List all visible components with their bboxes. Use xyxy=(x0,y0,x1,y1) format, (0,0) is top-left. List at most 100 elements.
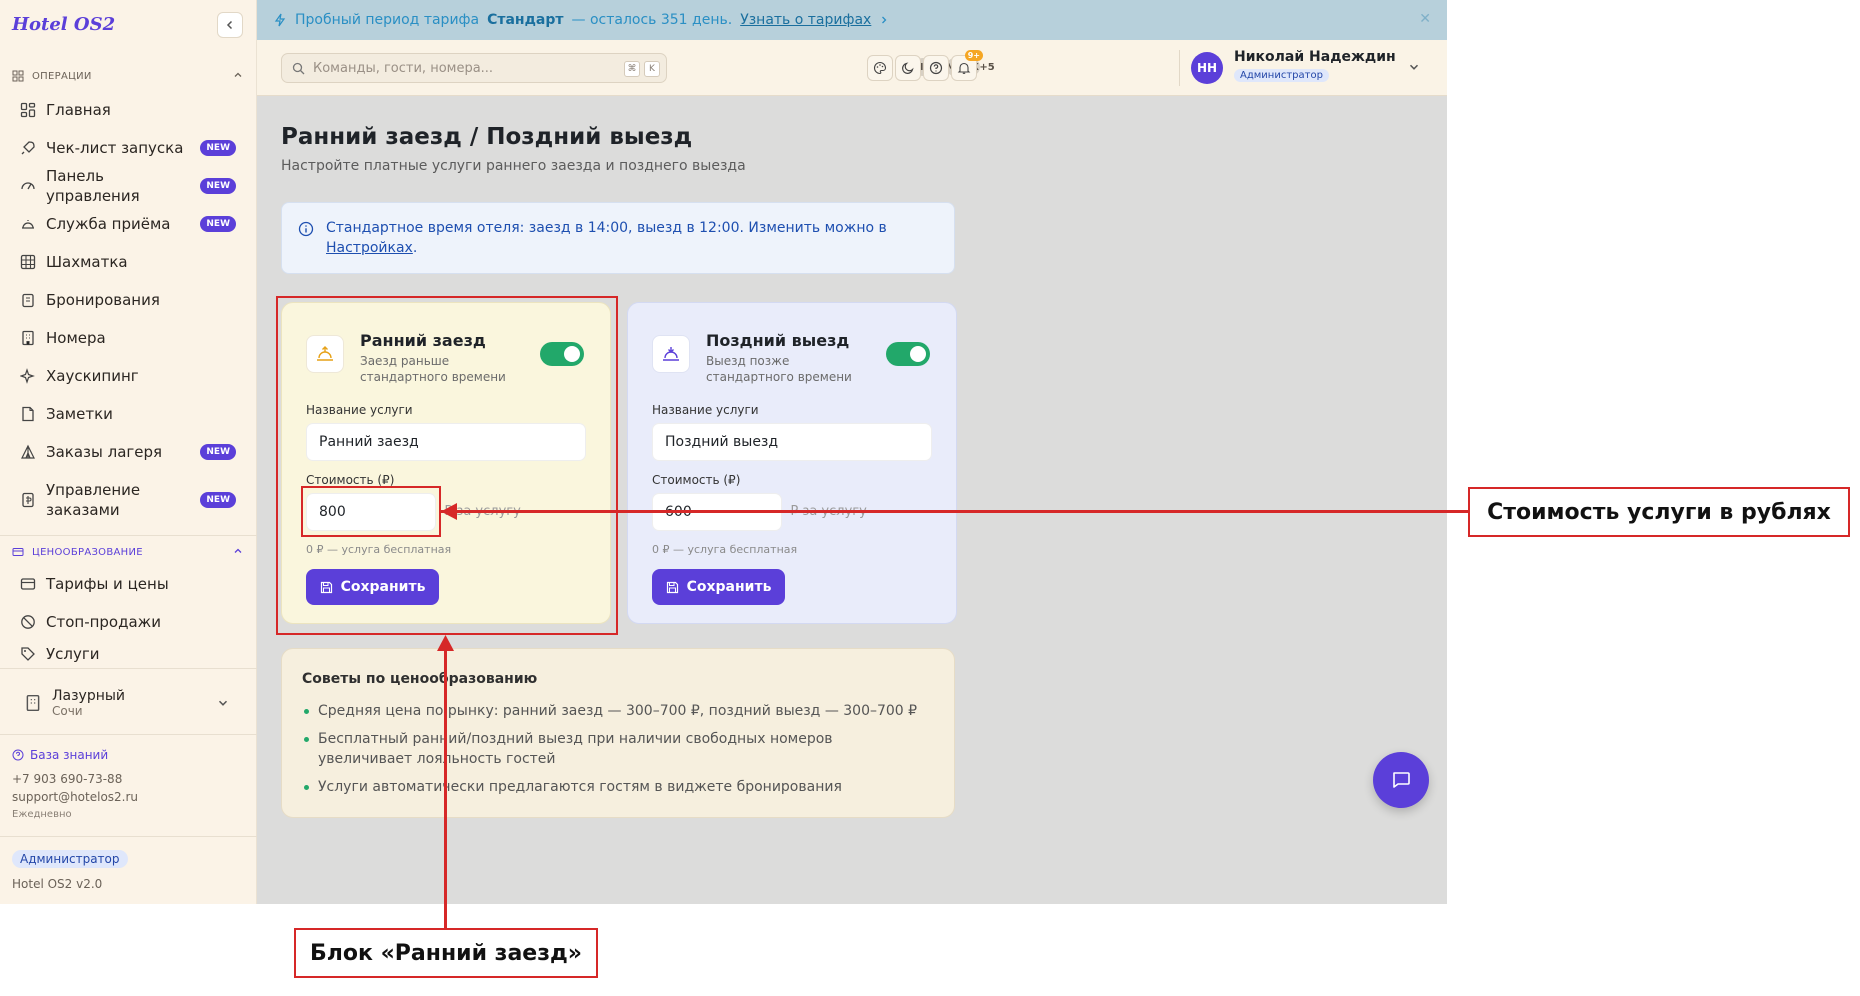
sidebar-item-home[interactable]: Главная xyxy=(12,94,244,126)
knowledge-base-label: База знаний xyxy=(30,748,109,762)
sidebar-item-chessboard[interactable]: Шахматка xyxy=(12,246,244,278)
sidebar-item-label: Тарифы и цены xyxy=(46,575,169,593)
sidebar-item-rates[interactable]: Тарифы и цены xyxy=(12,568,244,600)
knowledge-base-link[interactable]: База знаний xyxy=(12,748,108,762)
user-name[interactable]: Николай Надеждин xyxy=(1234,49,1396,65)
sidebar-item-label: Заказы лагеря xyxy=(46,443,163,461)
sidebar-item-front-desk[interactable]: Служба приёма NEW xyxy=(12,208,244,240)
banner-text: Пробный период тарифа xyxy=(295,12,480,28)
kbd-cmd: ⌘ xyxy=(624,61,640,77)
sidebar-item-label: Заметки xyxy=(46,405,113,423)
page-subtitle: Настройте платные услуги раннего заезда … xyxy=(281,158,746,174)
tent-icon xyxy=(21,444,35,459)
notifications-button[interactable]: 9+ xyxy=(951,50,983,81)
chevron-down-icon[interactable] xyxy=(1407,60,1421,74)
info-text: Стандартное время отеля: заезд в 14:00, … xyxy=(326,218,926,258)
building-icon xyxy=(22,330,34,346)
trial-banner: Пробный период тарифа Стандарт — осталос… xyxy=(257,0,1447,40)
sidebar-item-label: Хаускипинг xyxy=(46,367,139,385)
sidebar-item-services[interactable]: Услуги xyxy=(12,644,244,664)
sidebar-item-label: Номера xyxy=(46,329,106,347)
support-schedule: Ежедневно xyxy=(12,809,72,820)
sidebar-item-rooms[interactable]: Номера xyxy=(12,322,244,354)
app-version: Hotel OS2 v2.0 xyxy=(12,877,103,891)
card-icon xyxy=(20,578,36,590)
chat-button[interactable] xyxy=(1373,752,1429,808)
sidebar-item-label: Управление заказами xyxy=(46,481,141,519)
clipboard-icon xyxy=(22,293,34,308)
section-pricing[interactable]: ЦЕНООБРАЗОВАНИЕ xyxy=(12,544,244,560)
card-icon xyxy=(12,548,24,556)
service-name-input[interactable]: Поздний выезд xyxy=(652,423,932,461)
sidebar-divider xyxy=(0,836,257,837)
sidebar-divider xyxy=(0,668,257,669)
section-operations[interactable]: ОПЕРАЦИИ xyxy=(12,68,244,84)
search-placeholder: Команды, гости, номера... xyxy=(313,60,494,76)
banner-plan: Стандарт xyxy=(487,12,564,28)
price-hint: 0 ₽ — услуга бесплатная xyxy=(652,543,798,556)
note-icon xyxy=(22,406,34,422)
sidebar-item-launch-checklist[interactable]: Чек-лист запуска NEW xyxy=(12,132,244,164)
gauge-icon xyxy=(21,182,35,190)
support-email[interactable]: support@hotelos2.ru xyxy=(12,790,138,804)
chevron-left-icon xyxy=(226,20,233,30)
save-label: Сохранить xyxy=(686,579,772,595)
list-item: Средняя цена по рынку: ранний заезд — 30… xyxy=(302,701,922,721)
app-logo[interactable]: Hotel OS2 xyxy=(12,14,115,35)
sunset-icon-box xyxy=(652,335,690,373)
arrow-up-icon xyxy=(437,635,454,651)
sidebar-item-camp-orders[interactable]: Заказы лагеря NEW xyxy=(12,436,244,468)
tips-title: Советы по ценообразованию xyxy=(302,671,538,687)
save-button[interactable]: Сохранить xyxy=(652,569,785,605)
price-callout: Стоимость услуги в рублях xyxy=(1468,487,1850,537)
grid-icon xyxy=(12,70,24,82)
tag-icon xyxy=(21,647,35,661)
collapse-sidebar-button[interactable] xyxy=(217,12,243,38)
rocket-icon xyxy=(21,141,35,155)
sidebar-item-notes[interactable]: Заметки xyxy=(12,398,244,430)
info-notice: Стандартное время отеля: заезд в 14:00, … xyxy=(281,202,955,274)
sidebar-item-stop-sales[interactable]: Стоп-продажи xyxy=(12,606,244,638)
settings-link[interactable]: Настройках xyxy=(326,240,413,256)
hotel-city: Сочи xyxy=(52,704,83,718)
arrow-left-icon xyxy=(441,503,457,520)
pricing-link[interactable]: Узнать о тарифах xyxy=(740,12,871,28)
new-badge: NEW xyxy=(200,216,236,232)
section-label: ОПЕРАЦИИ xyxy=(32,70,92,82)
sidebar-item-order-management[interactable]: Управление заказами NEW xyxy=(12,478,244,522)
block-callout: Блок «Ранний заезд» xyxy=(294,928,598,978)
dark-mode-button[interactable] xyxy=(895,55,921,81)
new-badge: NEW xyxy=(200,492,236,508)
palette-icon xyxy=(874,61,887,75)
bell-icon xyxy=(22,220,34,229)
sidebar-item-label: Главная xyxy=(46,101,111,119)
user-avatar[interactable]: НН xyxy=(1191,52,1223,84)
sidebar: Hotel OS2 ОПЕРАЦИИ Главная Чек-лист запу… xyxy=(0,0,257,904)
theme-palette-button[interactable] xyxy=(867,55,893,81)
list-item: Услуги автоматически предлагаются гостям… xyxy=(302,777,922,797)
app-window: Hotel OS2 ОПЕРАЦИИ Главная Чек-лист запу… xyxy=(0,0,1447,904)
chevron-up-icon xyxy=(234,548,242,553)
sidebar-item-dashboard[interactable]: Панель управления NEW xyxy=(12,167,244,205)
help-button[interactable] xyxy=(923,55,949,81)
support-phone[interactable]: +7 903 690-73-88 xyxy=(12,772,122,786)
sidebar-item-label: Панель управления xyxy=(46,167,140,205)
sidebar-item-housekeeping[interactable]: Хаускипинг xyxy=(12,360,244,392)
price-callout-line xyxy=(441,510,1468,513)
search-icon xyxy=(292,62,305,74)
close-banner-button[interactable]: ✕ xyxy=(1419,11,1431,27)
chevron-down-icon xyxy=(218,700,228,706)
sidebar-item-bookings[interactable]: Бронирования xyxy=(12,284,244,316)
sidebar-item-label: Шахматка xyxy=(46,253,128,271)
tips-list: Средняя цена по рынку: ранний заезд — 30… xyxy=(302,701,922,805)
search-input[interactable]: Команды, гости, номера... ⌘ K xyxy=(281,53,667,83)
price-input-highlight xyxy=(301,486,441,537)
help-circle-icon xyxy=(929,61,943,75)
late-checkout-toggle[interactable] xyxy=(886,342,930,366)
page-title: Ранний заезд / Поздний выезд xyxy=(281,124,693,150)
sidebar-item-label: Чек-лист запуска xyxy=(46,139,184,157)
info-period: . xyxy=(412,240,418,256)
section-label: ЦЕНООБРАЗОВАНИЕ xyxy=(32,546,143,558)
hotel-switcher[interactable]: Лазурный Сочи xyxy=(12,680,244,726)
list-item: Бесплатный ранний/поздний выезд при нали… xyxy=(302,729,922,769)
